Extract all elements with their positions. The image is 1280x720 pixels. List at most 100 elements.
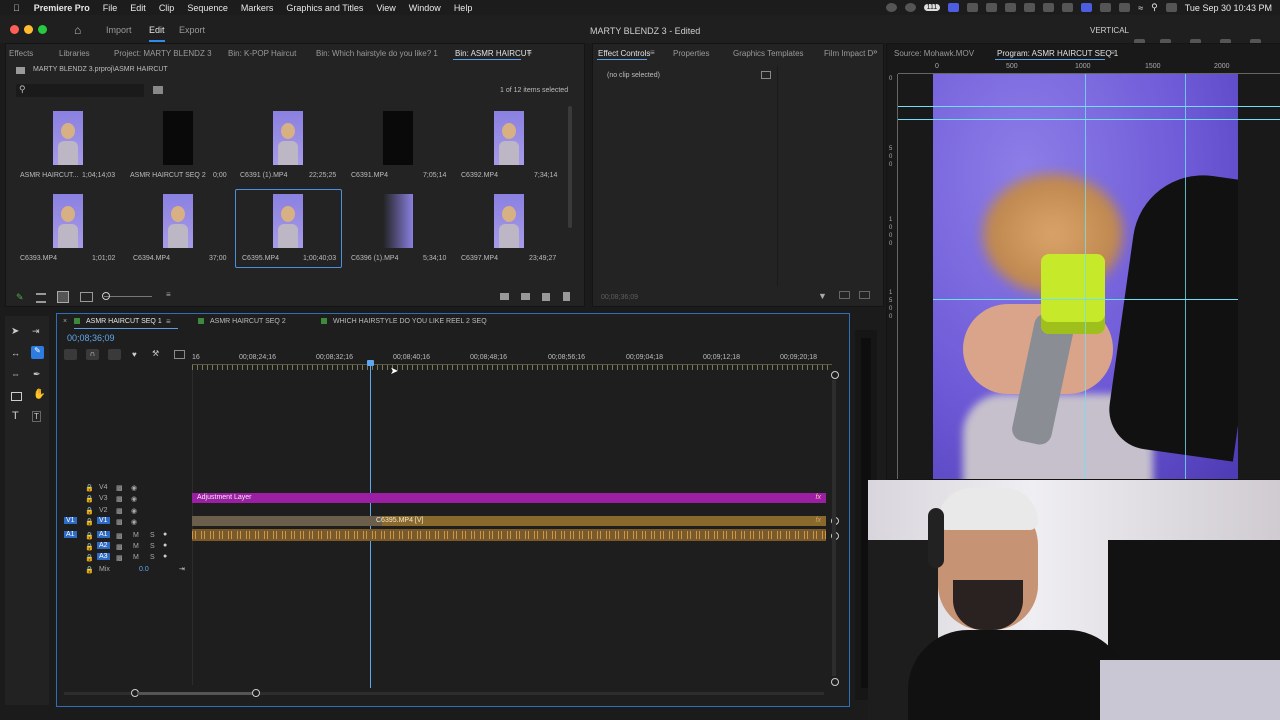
audio-clip-a1[interactable] — [192, 529, 826, 541]
panel-menu-icon[interactable]: ≡ — [166, 317, 171, 326]
thumb-c6393[interactable] — [53, 194, 83, 248]
filter-icon[interactable]: ▼ — [818, 291, 827, 301]
menu-file[interactable]: File — [103, 3, 118, 13]
thumb-c6391-1[interactable] — [273, 111, 303, 165]
track-label-a1[interactable]: A1 — [97, 531, 110, 538]
thumb-c6391[interactable] — [383, 111, 413, 165]
wrench-icon[interactable]: ⚒ — [152, 349, 159, 358]
solo-button[interactable]: S — [150, 532, 155, 539]
source-patch-v1[interactable]: V1 — [64, 517, 77, 524]
new-bin-icon[interactable] — [521, 293, 530, 300]
status-icon-4[interactable] — [967, 3, 979, 12]
clock[interactable]: Tue Sep 30 10:43 PM — [1185, 3, 1272, 13]
eye-icon[interactable]: ◉ — [131, 484, 137, 492]
close-window-button[interactable] — [10, 25, 19, 34]
status-icon-1[interactable] — [885, 3, 897, 12]
workspace-edit[interactable]: Edit — [149, 25, 165, 42]
status-icon-5[interactable] — [986, 3, 998, 12]
status-icon-6[interactable] — [1005, 3, 1017, 12]
track-lock-icon[interactable]: 🔒 — [85, 495, 94, 503]
voiceover-mic-icon[interactable]: ● — [163, 542, 167, 549]
battery-icon[interactable] — [1119, 3, 1131, 12]
new-item-icon[interactable] — [542, 293, 550, 301]
tab-libraries[interactable]: Libraries — [59, 49, 90, 58]
solo-button[interactable]: S — [150, 543, 155, 550]
thumb-asmr-haircut[interactable] — [53, 111, 83, 165]
icon-view-icon[interactable] — [57, 291, 69, 303]
time-ruler[interactable] — [192, 364, 832, 370]
tab-source-monitor[interactable]: Source: Mohawk.MOV — [894, 49, 974, 58]
automate-sequence-icon[interactable] — [500, 293, 509, 300]
tab-bin-hairstyle[interactable]: Bin: Which hairstyle do you like? 1 — [316, 49, 438, 58]
video-clip-c6395[interactable]: C6395.MP4 [V] fx — [192, 516, 826, 526]
voiceover-mic-icon[interactable]: ● — [163, 553, 167, 560]
workspace-layout-label[interactable]: VERTICAL — [1090, 26, 1129, 35]
play-audio-icon[interactable] — [839, 291, 850, 299]
mute-button[interactable]: M — [133, 543, 139, 550]
status-icon-2[interactable] — [904, 3, 916, 12]
track-label-v2[interactable]: V2 — [99, 507, 108, 514]
track-lock-icon[interactable]: 🔒 — [85, 554, 94, 562]
menu-clip[interactable]: Clip — [159, 3, 175, 13]
sort-menu-icon[interactable]: ≡ — [166, 290, 171, 299]
insert-sequence-icon[interactable] — [64, 349, 77, 360]
sync-lock-icon[interactable]: ▩ — [116, 543, 123, 551]
tab-effect-controls[interactable]: Effect Controls — [598, 49, 650, 58]
tab-project[interactable]: Project: MARTY BLENDZ 3 — [114, 49, 212, 58]
trash-icon[interactable] — [563, 292, 570, 301]
status-icon-7[interactable] — [1024, 3, 1036, 12]
search-input[interactable] — [30, 85, 144, 97]
track-lock-icon[interactable]: 🔒 — [85, 484, 94, 492]
caption-tool-icon[interactable]: T — [32, 411, 41, 422]
thumb-c6396-1[interactable] — [383, 194, 413, 248]
tab-bin-asmr[interactable]: Bin: ASMR HAIRCUT — [455, 49, 531, 58]
zoom-slider-handle[interactable] — [102, 292, 110, 300]
thumb-c6392[interactable] — [494, 111, 524, 165]
more-tabs-icon[interactable]: » — [873, 47, 877, 56]
tab-effects[interactable]: Effects — [9, 49, 33, 58]
freeform-view-icon[interactable] — [80, 292, 93, 302]
app-menu[interactable]: Premiere Pro — [34, 3, 90, 13]
sync-lock-icon[interactable]: ▩ — [116, 507, 123, 515]
volume-icon[interactable] — [1043, 3, 1055, 12]
voiceover-mic-icon[interactable]: ● — [163, 531, 167, 538]
hand-tool-icon[interactable]: ✋ — [33, 389, 45, 400]
tab-bin-kpop[interactable]: Bin: K-POP Haircut — [228, 49, 296, 58]
menu-view[interactable]: View — [376, 3, 395, 13]
solo-button[interactable]: S — [150, 554, 155, 561]
show-timeline-icon[interactable] — [761, 71, 771, 79]
menu-markers[interactable]: Markers — [241, 3, 274, 13]
track-label-a2[interactable]: A2 — [97, 542, 110, 549]
panel-menu-icon[interactable]: ≡ — [650, 48, 655, 57]
menu-help[interactable]: Help — [454, 3, 473, 13]
track-lock-icon[interactable]: 🔒 — [85, 566, 94, 574]
track-lock-icon[interactable]: 🔒 — [85, 507, 94, 515]
rectangle-tool-icon[interactable] — [11, 392, 22, 401]
tab-program-monitor[interactable]: Program: ASMR HAIRCUT SEQ 1 — [997, 49, 1118, 58]
track-lock-icon[interactable]: 🔒 — [85, 532, 94, 540]
thumb-c6394[interactable] — [163, 194, 193, 248]
tab-film-impact[interactable]: Film Impact D — [824, 49, 873, 58]
zoom-window-button[interactable] — [38, 25, 47, 34]
panel-menu-icon[interactable]: ≡ — [1110, 48, 1115, 57]
list-view-icon[interactable] — [36, 293, 46, 303]
control-center-icon[interactable] — [1165, 3, 1177, 12]
menu-window[interactable]: Window — [409, 3, 441, 13]
keyboard-icon[interactable] — [1100, 3, 1112, 12]
track-label-v3[interactable]: V3 — [99, 495, 108, 502]
loop-icon[interactable] — [859, 291, 870, 299]
sync-lock-icon[interactable]: ▩ — [116, 484, 123, 492]
workspace-export[interactable]: Export — [179, 25, 205, 35]
battery-badge[interactable]: 111 — [923, 4, 941, 11]
bluetooth-icon[interactable] — [1062, 3, 1074, 12]
minimize-window-button[interactable] — [24, 25, 33, 34]
track-label-a3[interactable]: A3 — [97, 553, 110, 560]
go-to-out-icon[interactable]: ⇥ — [179, 565, 185, 573]
thumb-c6395[interactable] — [273, 194, 303, 248]
type-tool-icon[interactable]: T — [12, 410, 19, 422]
track-lock-icon[interactable]: 🔒 — [85, 518, 94, 526]
zoom-slider[interactable] — [104, 296, 152, 297]
timeline-tab-seq1[interactable]: ASMR HAIRCUT SEQ 1 — [74, 318, 162, 325]
ripple-edit-tool-icon[interactable]: ↔ — [11, 348, 20, 358]
track-end-marker[interactable] — [831, 678, 839, 686]
